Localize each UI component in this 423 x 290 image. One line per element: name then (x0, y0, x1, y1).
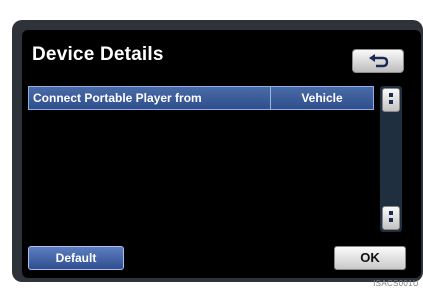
scroll-down-dots-icon (389, 211, 393, 225)
page-title: Device Details (32, 44, 164, 65)
scroll-up-button[interactable] (382, 88, 400, 112)
default-button[interactable]: Default (28, 246, 124, 270)
device-details-screen: Device Details Connect Portable Player f… (22, 30, 421, 278)
back-button[interactable] (352, 49, 404, 73)
setting-label: Connect Portable Player from (29, 87, 271, 109)
setting-row-connect-portable-player[interactable]: Connect Portable Player from Vehicle (28, 86, 374, 110)
figure-code: ISACS001U (373, 279, 419, 288)
scroll-up-dots-icon (389, 93, 393, 107)
scroll-down-button[interactable] (382, 206, 400, 230)
back-arrow-icon (369, 54, 389, 68)
setting-value[interactable]: Vehicle (271, 87, 373, 109)
ok-button[interactable]: OK (334, 246, 406, 270)
